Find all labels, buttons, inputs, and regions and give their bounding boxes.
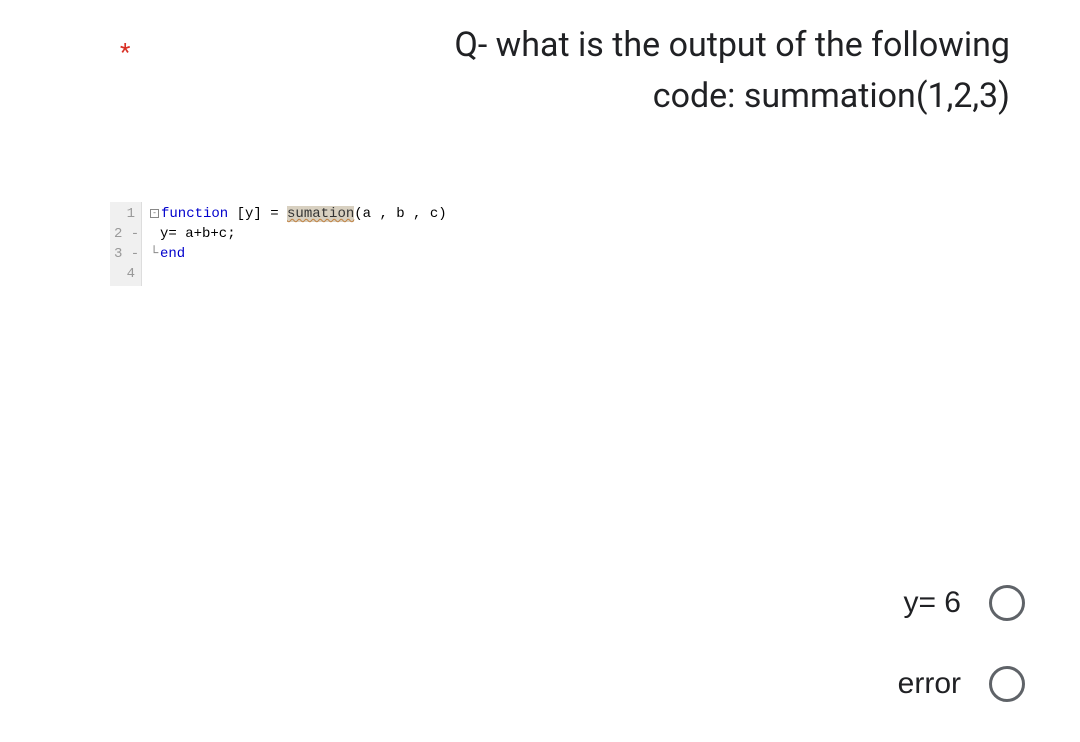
code-line: -function [y] = sumation(a , b , c): [150, 204, 447, 224]
required-marker: *: [120, 38, 130, 66]
fold-minus-icon: -: [150, 209, 159, 218]
question-text: Q- what is the output of the following c…: [80, 20, 1020, 122]
answer-options: y= 6 error: [898, 585, 1025, 702]
gutter-line: 4: [114, 264, 135, 284]
radio-icon[interactable]: [989, 585, 1025, 621]
question-line-1: Q- what is the output of the following: [454, 25, 1010, 65]
option-y-equals-6[interactable]: y= 6: [903, 585, 1025, 621]
code-editor: 1 2 - 3 - 4 -function [y] = sumation(a ,…: [110, 202, 450, 286]
function-name: sumation: [287, 206, 354, 222]
code-body: -function [y] = sumation(a , b , c) y= a…: [142, 202, 455, 286]
radio-icon[interactable]: [989, 666, 1025, 702]
code-text: (a , b , c): [354, 206, 446, 222]
bracket-guide: └: [150, 244, 160, 264]
code-text: [y] =: [228, 206, 287, 222]
option-label: error: [898, 667, 961, 701]
gutter-line: 3 -: [114, 244, 135, 264]
keyword: end: [160, 246, 185, 262]
keyword: function: [161, 206, 228, 222]
code-text: y= a+b+c;: [160, 226, 236, 242]
code-line: └end: [150, 244, 447, 264]
code-line: y= a+b+c;: [150, 224, 447, 244]
option-error[interactable]: error: [898, 666, 1025, 702]
code-gutter: 1 2 - 3 - 4: [110, 202, 142, 286]
code-line: [150, 264, 447, 284]
bracket-guide: [150, 224, 160, 244]
question-line-2: code: summation(1,2,3): [653, 76, 1010, 116]
gutter-line: 1: [114, 204, 135, 224]
gutter-line: 2 -: [114, 224, 135, 244]
question-container: * Q- what is the output of the following…: [80, 20, 1020, 122]
option-label: y= 6: [903, 586, 961, 620]
